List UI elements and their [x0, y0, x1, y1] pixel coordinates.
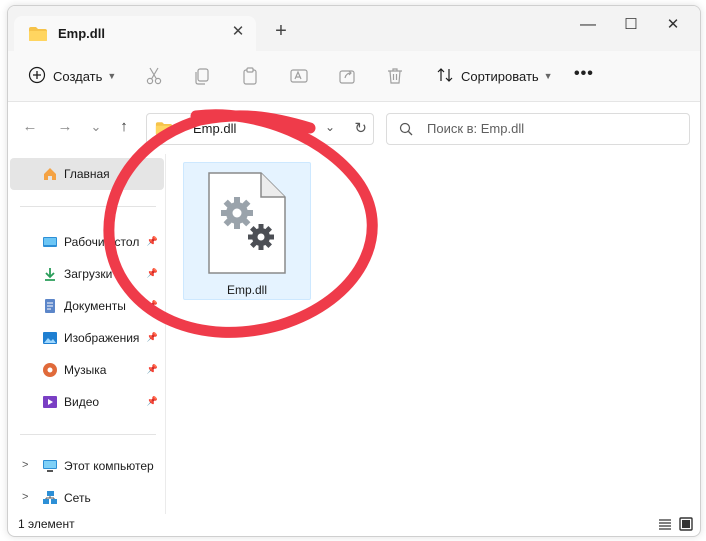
pin-icon[interactable]: 📌	[147, 332, 158, 343]
folder-icon	[28, 26, 48, 47]
sidebar-item-home[interactable]: Главная	[10, 158, 164, 190]
music-icon	[42, 362, 58, 378]
create-label: Создать	[53, 68, 103, 84]
sidebar-item-label: Изображения	[64, 331, 140, 345]
large-icons-view-icon[interactable]	[679, 517, 693, 531]
sidebar-item-network[interactable]: > Сеть	[10, 482, 164, 514]
create-button[interactable]: Создать ▼	[28, 64, 116, 88]
sidebar-item-documents[interactable]: Документы 📌	[10, 290, 164, 322]
address-dropdown-button[interactable]: ⌄	[325, 120, 335, 134]
sidebar-item-music[interactable]: Музыка 📌	[10, 354, 164, 386]
folder-icon	[155, 121, 173, 141]
address-path: Emp.dll	[193, 121, 237, 136]
more-options-button[interactable]: •••	[574, 65, 594, 83]
sidebar-item-videos[interactable]: Видео 📌	[10, 386, 164, 418]
forward-button[interactable]: →	[55, 117, 75, 137]
sidebar-divider	[20, 206, 156, 207]
sidebar-item-label: Этот компьютер	[64, 459, 154, 473]
paste-icon[interactable]	[240, 66, 260, 86]
tab-close-button[interactable]: ✕	[228, 22, 248, 42]
pictures-icon	[42, 330, 58, 346]
search-icon	[399, 122, 413, 141]
navigation-pane: Главная Рабочий стол 📌 Загрузки 📌 Докуме…	[8, 154, 166, 514]
rename-icon[interactable]	[289, 66, 309, 86]
pin-icon[interactable]: 📌	[147, 364, 158, 375]
download-icon	[42, 266, 58, 282]
computer-icon	[42, 458, 58, 474]
sidebar-item-label: Видео	[64, 395, 100, 409]
sidebar-item-pictures[interactable]: Изображения 📌	[10, 322, 164, 354]
address-bar[interactable]: Emp.dll ⌄ ↻	[146, 113, 374, 145]
sort-label: Сортировать	[461, 68, 539, 84]
plus-circle-icon	[28, 66, 46, 87]
copy-icon[interactable]	[192, 66, 212, 86]
documents-icon	[42, 298, 58, 314]
pin-icon[interactable]: 📌	[147, 268, 158, 279]
sidebar-item-label: Документы	[64, 299, 126, 313]
desktop-icon	[42, 234, 58, 250]
item-count: 1 элемент	[18, 517, 75, 531]
command-bar: Создать ▼ Сортировать ▼ •••	[8, 51, 700, 102]
details-view-icon[interactable]	[658, 517, 672, 531]
pin-icon[interactable]: 📌	[147, 236, 158, 247]
sidebar-item-label: Музыка	[64, 363, 107, 377]
minimize-button[interactable]: —	[573, 14, 603, 36]
sidebar-item-label: Загрузки	[64, 267, 113, 281]
refresh-button[interactable]: ↻	[354, 119, 367, 137]
sidebar-item-label: Сеть	[64, 491, 91, 505]
file-list: Emp.dll	[166, 154, 700, 514]
tab-emp-dll[interactable]: Emp.dll ✕	[14, 16, 256, 52]
share-icon[interactable]	[337, 66, 357, 86]
sort-icon	[436, 66, 454, 87]
pin-icon[interactable]: 📌	[147, 300, 158, 311]
back-button[interactable]: ←	[20, 117, 40, 137]
maximize-button[interactable]: ☐	[616, 14, 646, 36]
delete-icon[interactable]	[385, 66, 405, 86]
file-name: Emp.dll	[226, 283, 267, 297]
file-item[interactable]: Emp.dll	[183, 162, 311, 300]
new-tab-button[interactable]: +	[270, 20, 292, 42]
sidebar-item-label: Главная	[64, 167, 110, 181]
chevron-down-icon: ▼	[107, 71, 117, 81]
up-button[interactable]: ↑	[114, 117, 134, 137]
tab-title: Emp.dll	[58, 26, 105, 41]
recent-locations-button[interactable]: ⌄	[86, 117, 106, 137]
pin-icon[interactable]: 📌	[147, 396, 158, 407]
navigation-row: ← → ⌄ ↑ Emp.dll ⌄ ↻ Поиск в: Emp.dll	[8, 102, 700, 154]
sidebar-divider	[20, 434, 156, 435]
status-bar: 1 элемент	[8, 514, 700, 536]
chevron-right-icon[interactable]: >	[22, 491, 28, 503]
search-box[interactable]: Поиск в: Emp.dll	[386, 113, 690, 145]
sort-button[interactable]: Сортировать ▼	[436, 64, 553, 88]
chevron-down-icon: ▼	[543, 71, 553, 81]
file-explorer-window: Emp.dll ✕ + — ☐ ✕ Создать ▼ Сортировать …	[7, 5, 701, 537]
close-button[interactable]: ✕	[658, 14, 688, 36]
sidebar-item-label: Рабочий стол	[64, 235, 140, 249]
dll-file-icon	[207, 171, 287, 280]
cut-icon[interactable]	[144, 66, 164, 86]
home-icon	[42, 166, 58, 182]
sidebar-item-downloads[interactable]: Загрузки 📌	[10, 258, 164, 290]
sidebar-item-desktop[interactable]: Рабочий стол 📌	[10, 226, 164, 258]
title-bar: Emp.dll ✕ + — ☐ ✕	[8, 6, 700, 52]
chevron-right-icon[interactable]: >	[22, 459, 28, 471]
network-icon	[42, 490, 58, 506]
sidebar-item-this-pc[interactable]: > Этот компьютер	[10, 450, 164, 482]
videos-icon	[42, 394, 58, 410]
search-placeholder: Поиск в: Emp.dll	[427, 121, 525, 136]
